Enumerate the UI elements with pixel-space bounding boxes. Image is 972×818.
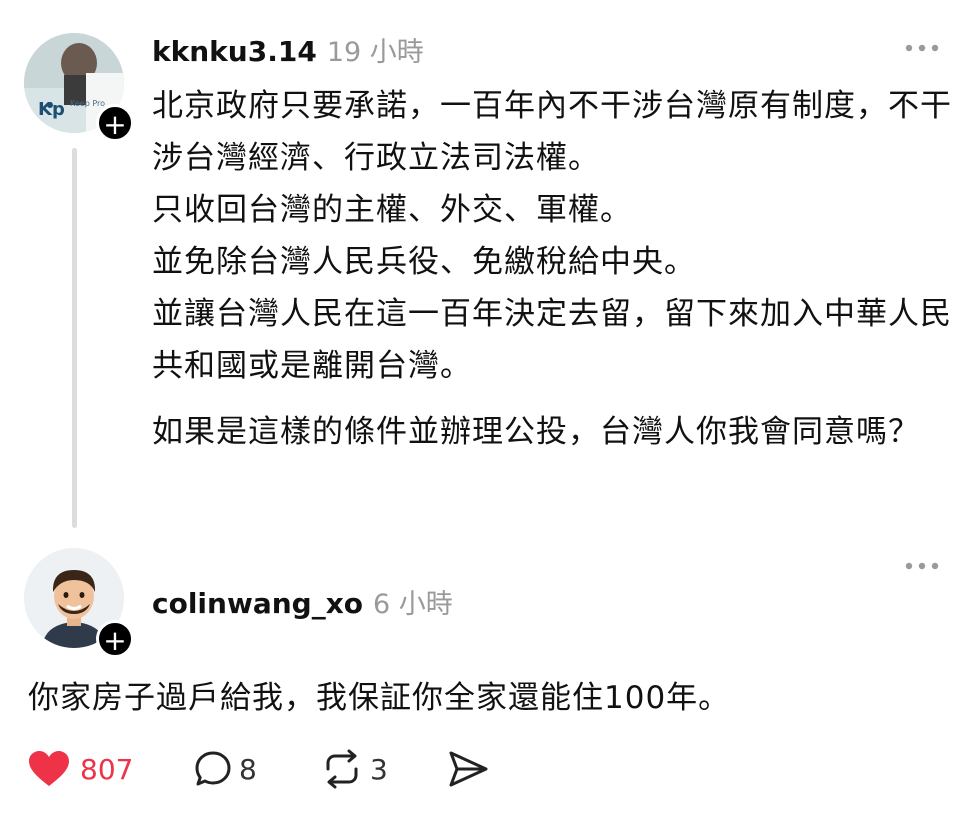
comment-button[interactable]: 8 [193,744,257,794]
more-horizontal-icon[interactable] [904,560,940,572]
comment-icon [195,751,231,786]
post-paragraph: 並免除台灣人民兵役、免繳稅給中央。 [152,244,696,280]
post-header: kknku3.14 19 小時 [152,30,424,69]
follow-button-kknku[interactable]: + [96,104,134,142]
send-icon [449,751,488,787]
reply-body: 你家房子過戶給我，我保証你全家還能住100年。 [28,680,731,716]
share-button[interactable] [446,744,490,794]
post-body: 北京政府只要承諾，一百年內不干涉台灣原有制度，不干涉台灣經濟、行政立法司法權。 … [152,80,952,458]
follow-button-colinwang[interactable]: + [96,620,134,658]
post-paragraph: 只收回台灣的主權、外交、軍權。 [152,192,632,228]
thread-connector-line [72,148,77,528]
action-bar: 807 8 3 [28,744,528,794]
threads-page: Kp Keep Pro + kknku3.14 19 小時 北京政府只要承諾，一百… [0,0,972,818]
reply-header: colinwang_xo 6 小時 [152,582,453,621]
like-button[interactable]: 807 [28,744,133,794]
repost-icon [326,749,358,789]
post-paragraph: 北京政府只要承諾，一百年內不干涉台灣原有制度，不干涉台灣經濟、行政立法司法權。 [152,88,952,176]
reply-username[interactable]: colinwang_xo [152,587,363,620]
like-count: 807 [80,752,134,786]
avatar-logo: Kp [38,99,65,120]
more-horizontal-icon[interactable] [904,42,940,54]
post-paragraph: 如果是這樣的條件並辦理公投，台灣人你我會同意嗎？ [152,414,920,450]
post-username[interactable]: kknku3.14 [152,35,317,68]
comment-count: 8 [239,752,257,786]
repost-count: 3 [370,752,388,786]
avatar-logo-text: Keep Pro [70,99,105,108]
post-paragraph: 並讓台灣人民在這一百年決定去留，留下來加入中華人民共和國或是離開台灣。 [152,296,952,384]
post-timestamp: 19 小時 [326,37,424,68]
reply-timestamp: 6 小時 [373,589,453,620]
heart-icon [29,751,69,786]
repost-button[interactable]: 3 [320,744,388,794]
